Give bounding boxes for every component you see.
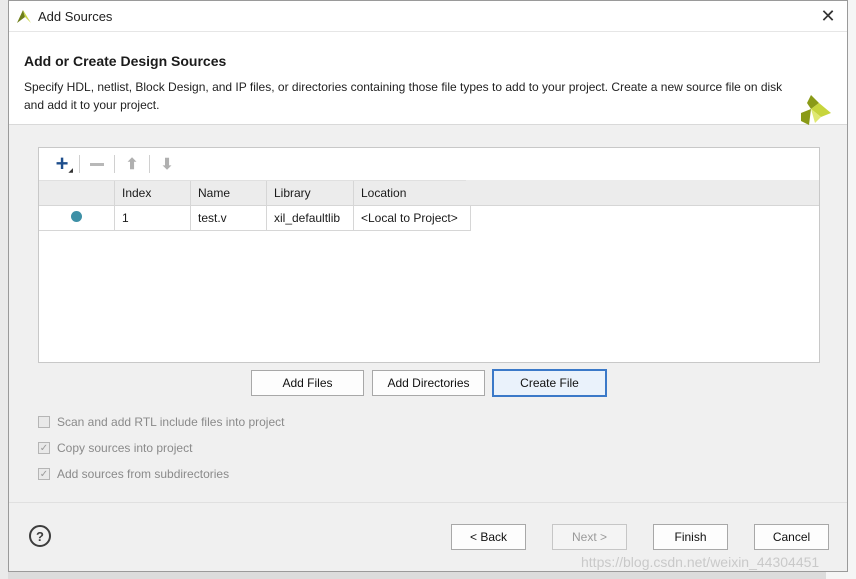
sources-panel: + ◢ ⬆ ⬇ Index Name Library Location 1 te… bbox=[38, 147, 820, 363]
table-header-row: Index Name Library Location bbox=[39, 181, 471, 206]
add-subdirs-label: Add sources from subdirectories bbox=[57, 467, 230, 481]
move-up-icon[interactable]: ⬆ bbox=[117, 151, 147, 177]
add-subdirs-option[interactable]: ✓ Add sources from subdirectories bbox=[38, 467, 229, 481]
sources-table: Index Name Library Location 1 test.v xil… bbox=[39, 181, 471, 231]
page-description: Specify HDL, netlist, Block Design, and … bbox=[24, 80, 783, 112]
close-icon[interactable]: ✕ bbox=[813, 3, 843, 29]
copy-sources-label: Copy sources into project bbox=[57, 441, 193, 455]
title-bar: Add Sources ✕ bbox=[9, 1, 847, 32]
column-header-name[interactable]: Name bbox=[190, 181, 267, 206]
vivado-icon bbox=[17, 10, 31, 23]
status-cell bbox=[39, 205, 115, 231]
column-header-index[interactable]: Index bbox=[114, 181, 191, 206]
background-app-left bbox=[0, 0, 8, 579]
table-header-filler bbox=[466, 180, 819, 206]
column-header-library[interactable]: Library bbox=[266, 181, 354, 206]
toolbar-divider bbox=[114, 155, 115, 173]
add-subdirs-checkbox[interactable]: ✓ bbox=[38, 468, 50, 480]
cancel-button[interactable]: Cancel bbox=[754, 524, 829, 550]
sources-toolbar: + ◢ ⬆ ⬇ bbox=[39, 148, 819, 181]
scan-rtl-checkbox[interactable] bbox=[38, 416, 50, 428]
name-cell: test.v bbox=[190, 205, 267, 231]
xilinx-logo-icon bbox=[801, 95, 831, 125]
add-files-button[interactable]: Add Files bbox=[251, 370, 364, 396]
add-icon[interactable]: + ◢ bbox=[47, 151, 77, 177]
add-sources-dialog: Add Sources ✕ Add or Create Design Sourc… bbox=[8, 0, 848, 572]
toolbar-divider bbox=[79, 155, 80, 173]
remove-icon[interactable] bbox=[82, 151, 112, 177]
page-title: Add or Create Design Sources bbox=[24, 53, 227, 69]
column-header-status[interactable] bbox=[39, 181, 115, 206]
back-button[interactable]: < Back bbox=[451, 524, 526, 550]
toolbar-divider bbox=[149, 155, 150, 173]
page-header: Add or Create Design Sources Specify HDL… bbox=[9, 32, 847, 125]
move-down-icon[interactable]: ⬇ bbox=[152, 151, 182, 177]
table-row[interactable]: 1 test.v xil_defaultlib <Local to Projec… bbox=[39, 205, 471, 231]
index-cell: 1 bbox=[114, 205, 191, 231]
copy-sources-option[interactable]: ✓ Copy sources into project bbox=[38, 441, 192, 455]
scan-rtl-label: Scan and add RTL include files into proj… bbox=[57, 415, 285, 429]
next-button[interactable]: Next > bbox=[552, 524, 627, 550]
status-dot-icon bbox=[71, 211, 82, 222]
watermark-text: https://blog.csdn.net/weixin_44304451 bbox=[581, 554, 820, 570]
help-icon[interactable]: ? bbox=[29, 525, 51, 547]
column-header-location[interactable]: Location bbox=[353, 181, 471, 206]
footer-divider bbox=[9, 502, 847, 503]
copy-sources-checkbox[interactable]: ✓ bbox=[38, 442, 50, 454]
finish-button[interactable]: Finish bbox=[653, 524, 728, 550]
location-cell: <Local to Project> bbox=[353, 205, 471, 231]
create-file-button[interactable]: Create File bbox=[492, 369, 607, 397]
library-cell: xil_defaultlib bbox=[266, 205, 354, 231]
window-title: Add Sources bbox=[38, 8, 113, 24]
scan-rtl-option[interactable]: Scan and add RTL include files into proj… bbox=[38, 415, 284, 429]
add-directories-button[interactable]: Add Directories bbox=[372, 370, 485, 396]
